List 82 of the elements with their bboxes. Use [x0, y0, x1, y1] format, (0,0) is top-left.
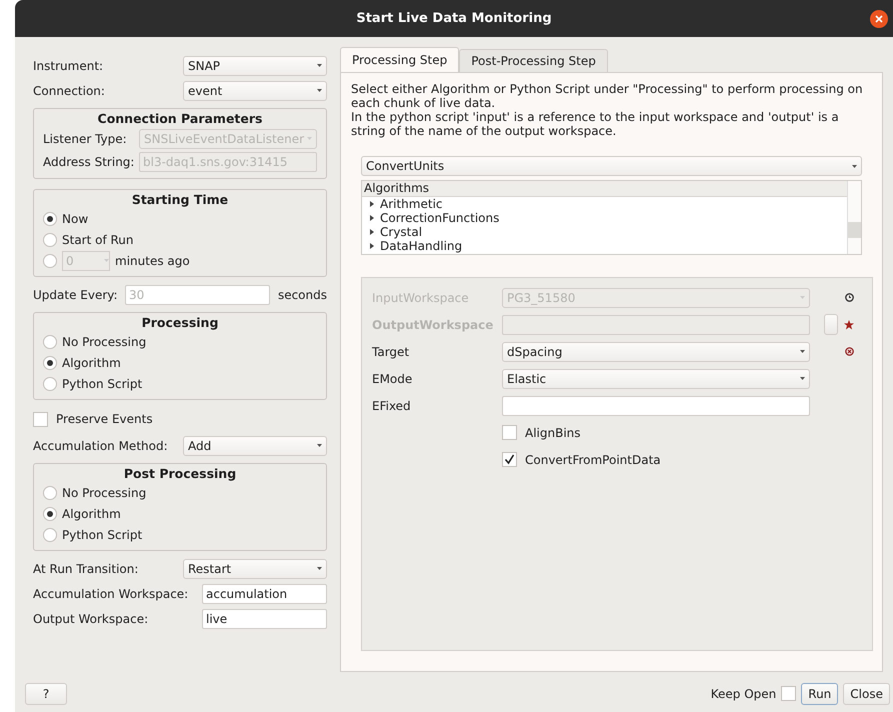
dropdown-arrow-icon	[852, 164, 857, 168]
property-label: InputWorkspace	[372, 290, 470, 304]
algorithm-dropdown[interactable]: ConvertUnits	[361, 156, 862, 176]
dropdown-arrow-icon	[317, 567, 322, 570]
dropdown[interactable]: event	[183, 80, 327, 100]
field-label: Address String:	[43, 154, 136, 168]
checkbox[interactable]	[781, 686, 796, 701]
text-field[interactable]: accumulation	[202, 584, 327, 604]
dropdown[interactable]: Add	[183, 436, 327, 456]
dropdown[interactable]: Restart	[183, 558, 327, 578]
property-label: EFixed	[372, 398, 412, 412]
radio-button[interactable]	[43, 506, 57, 520]
radio-button[interactable]	[43, 528, 57, 542]
radio-button[interactable]	[43, 486, 57, 500]
unit-label: seconds	[278, 288, 327, 302]
radio-label: Start of Run	[62, 232, 134, 246]
radio-button[interactable]	[43, 254, 57, 268]
field-label: Output Workspace:	[33, 612, 150, 626]
window-title: Start Live Data Monitoring	[356, 11, 552, 26]
description-text: Select either Algorithm or Python Script under "Processing" to perform processing on each chunk of live data.	[351, 82, 864, 110]
checkbox[interactable]	[502, 425, 517, 440]
dialog-button[interactable]: Close	[843, 682, 890, 704]
dropdown-arrow-icon	[800, 296, 805, 299]
property-label: Target	[372, 344, 410, 358]
radio-label: No Processing	[62, 486, 146, 500]
tree-item[interactable]: Arithmetic	[362, 197, 847, 211]
radio-button[interactable]	[43, 212, 57, 226]
tree-item[interactable]: CorrectionFunctions	[362, 211, 847, 225]
dialog-button[interactable]: Run	[801, 682, 838, 704]
property-label: OutputWorkspace	[372, 318, 494, 332]
checkbox-label: Preserve Events	[56, 412, 153, 426]
checkbox-label: Keep Open	[710, 686, 776, 700]
radio-label: Python Script	[62, 528, 142, 542]
dropdown-arrow-icon	[800, 350, 805, 353]
group-title: Starting Time	[130, 192, 230, 207]
radio-button[interactable]	[43, 232, 57, 246]
radio-button[interactable]	[43, 376, 57, 390]
field-label: Accumulation Method:	[33, 438, 169, 452]
scrollbar[interactable]	[847, 181, 861, 254]
radio-button[interactable]	[43, 356, 57, 370]
tree-item[interactable]: DataHandling	[362, 239, 847, 253]
radio-label: minutes ago	[115, 254, 190, 268]
radio-button[interactable]	[43, 334, 57, 348]
check-icon	[504, 454, 515, 465]
field-label: Connection:	[33, 84, 106, 98]
help-button[interactable]: ?	[25, 682, 67, 704]
dropdown[interactable]: Elastic	[502, 368, 810, 388]
field-label: Accumulation Workspace:	[33, 586, 190, 600]
checkbox-label: ConvertFromPointData	[525, 452, 661, 466]
radio-label: Now	[62, 212, 88, 226]
tree-item[interactable]: Crystal	[362, 225, 847, 239]
dropdown[interactable]: dSpacing	[502, 342, 810, 362]
group-title: Connection Parameters	[96, 111, 264, 126]
dropdown-arrow-icon	[317, 89, 322, 92]
dropdown-arrow-icon	[317, 64, 322, 67]
dropdown-arrow-icon	[317, 444, 322, 447]
group-title: Post Processing	[122, 466, 238, 481]
radio-label: Python Script	[62, 376, 142, 390]
dropdown-arrow-icon	[800, 377, 805, 380]
tab[interactable]: Processing Step	[340, 47, 460, 72]
field-label: At Run Transition:	[33, 562, 140, 576]
radio-label: Algorithm	[62, 506, 121, 520]
property-label: EMode	[372, 372, 414, 386]
dropdown-arrow-icon	[307, 137, 312, 140]
dropdown[interactable]: SNAP	[183, 56, 327, 76]
checkbox[interactable]	[33, 412, 48, 426]
dropdown-arrow-icon	[104, 259, 109, 262]
checkbox-label: AlignBins	[525, 426, 581, 440]
text-field[interactable]	[502, 396, 810, 416]
checkbox[interactable]	[502, 452, 517, 467]
group-title: Processing	[140, 315, 220, 330]
radio-label: Algorithm	[62, 356, 121, 370]
tree-header: Algorithms	[362, 181, 847, 197]
field-label: Instrument:	[33, 58, 104, 72]
radio-label: No Processing	[62, 334, 146, 348]
close-icon	[875, 15, 883, 23]
description-text: In the python script 'input' is a reference to the input workspace and 'output' is a string of the name of the output workspace.	[351, 110, 840, 138]
text-field[interactable]: live	[202, 608, 327, 628]
field-label: Listener Type:	[43, 132, 128, 146]
close-button[interactable]	[870, 10, 888, 28]
field-label: Update Every:	[33, 288, 119, 302]
tab[interactable]: Post-Processing Step	[459, 49, 608, 72]
